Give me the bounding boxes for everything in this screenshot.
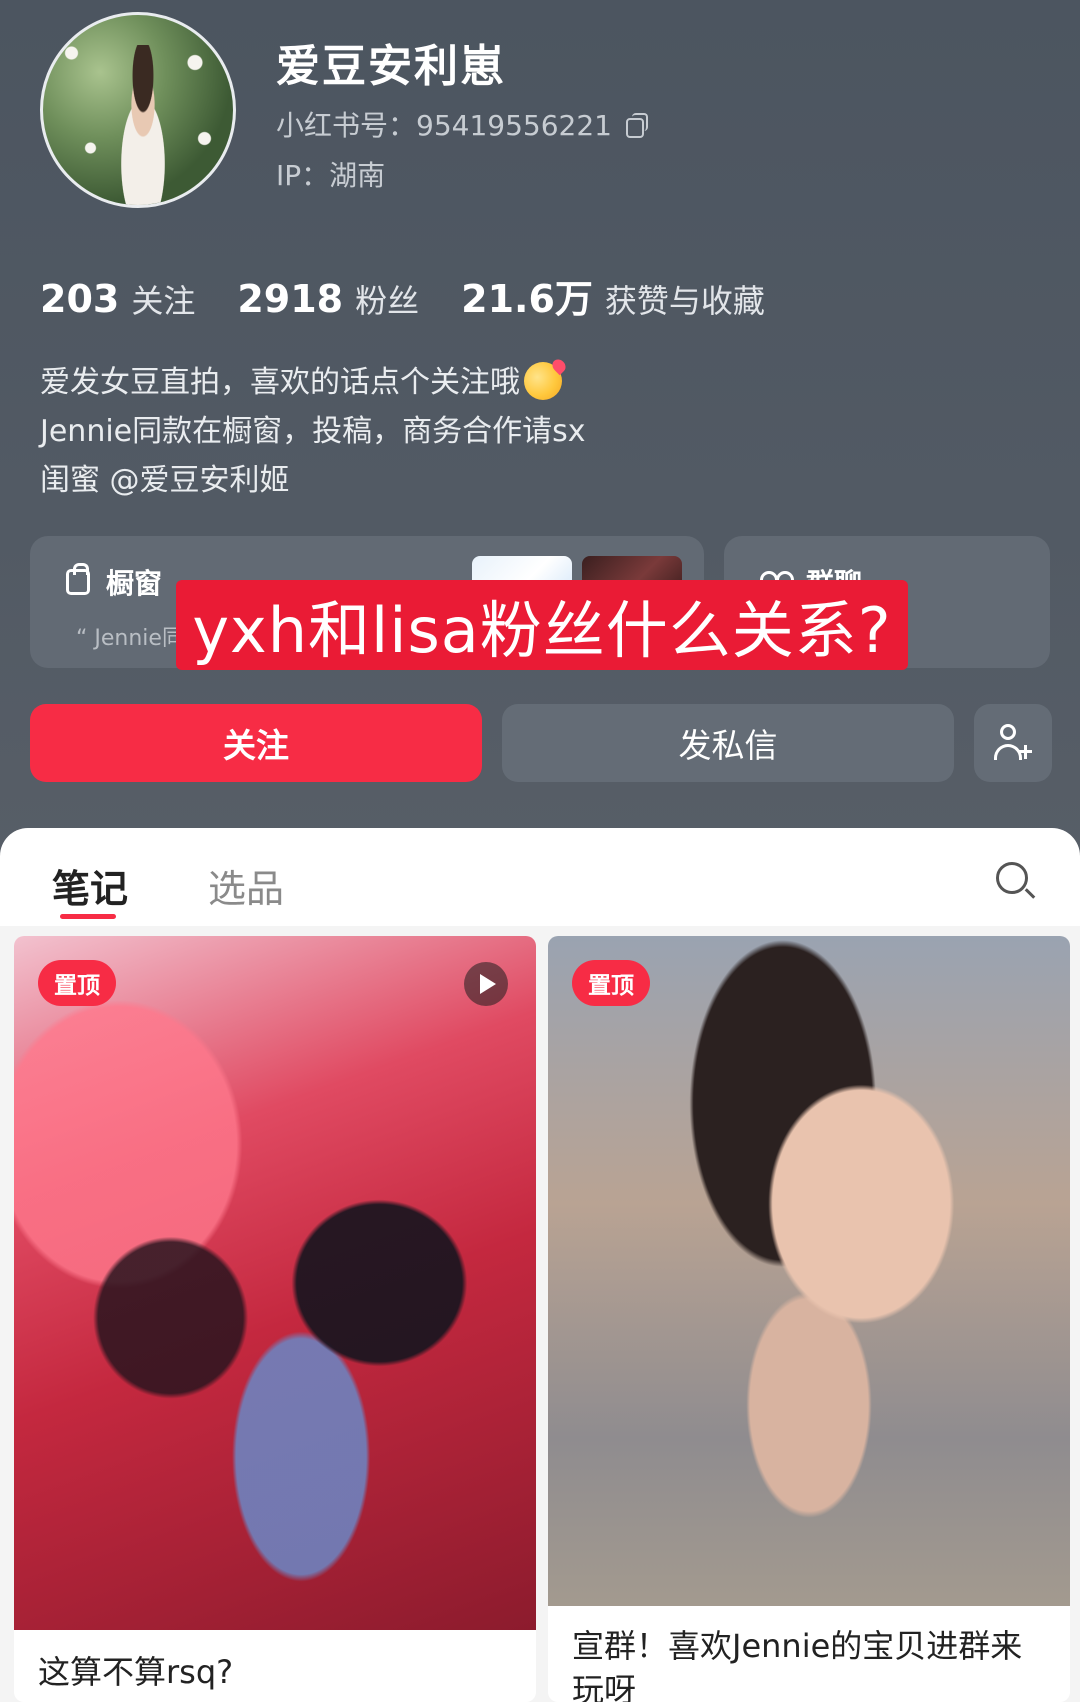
bio-line-1-text: 爱发女豆直拍，喜欢的话点个关注哦: [40, 365, 520, 400]
tab-picks[interactable]: 选品: [208, 858, 284, 913]
stat-likes-count: 21.6万: [461, 277, 593, 321]
overlay-caption: yxh和lisa粉丝什么关系?: [176, 580, 908, 670]
bio-line-1: 爱发女豆直拍，喜欢的话点个关注哦: [40, 358, 586, 407]
smiling-hearts-emoji-icon: [524, 362, 562, 400]
copy-icon[interactable]: [625, 113, 648, 138]
stat-likes-label: 获赞与收藏: [604, 282, 765, 320]
note-title: 宣群！喜欢Jennie的宝贝进群来玩呀: [572, 1627, 1023, 1702]
stat-followers-count: 2918: [237, 277, 344, 321]
profile-stats: 203 关注 2918 粉丝 21.6万 获赞与收藏: [40, 268, 765, 323]
follow-button[interactable]: 关注: [30, 704, 482, 782]
content-panel: 笔记 选品 置顶 这算不算rsq? 置顶 宣群！喜欢Jennie的宝贝进群来玩呀: [0, 828, 1080, 1702]
bio-line-3[interactable]: 闺蜜 @爱豆安利姬: [40, 456, 586, 505]
tab-notes[interactable]: 笔记: [52, 858, 128, 913]
stat-following-count: 203: [40, 277, 120, 321]
shop-window-title: 橱窗: [66, 562, 162, 602]
stat-followers-label: 粉丝: [355, 282, 420, 320]
note-cover-image: [548, 936, 1070, 1606]
send-message-button[interactable]: 发私信: [502, 704, 954, 782]
stat-followers[interactable]: 2918 粉丝: [237, 276, 419, 322]
note-card[interactable]: 置顶 宣群！喜欢Jennie的宝贝进群来玩呀: [548, 936, 1070, 1702]
note-cover-image: [14, 936, 536, 1630]
stat-following-label: 关注: [131, 282, 196, 320]
add-friend-button[interactable]: [974, 704, 1052, 782]
play-icon: [464, 962, 508, 1006]
note-card[interactable]: 置顶 这算不算rsq?: [14, 936, 536, 1702]
profile-ip: IP：湖南: [276, 159, 386, 192]
stat-following[interactable]: 203 关注: [40, 276, 195, 322]
shop-window-label: 橱窗: [106, 567, 163, 600]
active-tab-indicator: [60, 914, 116, 919]
stat-likes[interactable]: 21.6万 获赞与收藏: [461, 268, 765, 323]
avatar-person: [103, 45, 183, 205]
shop-window-subtitle: “ Jennie同: [76, 626, 184, 651]
add-user-icon: [994, 724, 1032, 762]
profile-id: 小红书号：95419556221: [276, 104, 648, 144]
bio-line-2: Jennie同款在橱窗，投稿，商务合作请sx: [40, 414, 586, 449]
content-tabs: 笔记 选品: [0, 828, 1080, 922]
profile-name: 爱豆安利崽: [276, 41, 506, 92]
shopping-bag-icon: [66, 563, 90, 595]
pinned-badge: 置顶: [38, 960, 116, 1006]
profile-bio: 爱发女豆直拍，喜欢的话点个关注哦 Jennie同款在橱窗，投稿，商务合作请sx …: [40, 358, 586, 505]
profile-id-text: 小红书号：95419556221: [276, 109, 612, 142]
search-icon[interactable]: [996, 862, 1036, 902]
pinned-badge: 置顶: [572, 960, 650, 1006]
note-title: 这算不算rsq?: [38, 1653, 234, 1691]
avatar[interactable]: [40, 12, 236, 208]
